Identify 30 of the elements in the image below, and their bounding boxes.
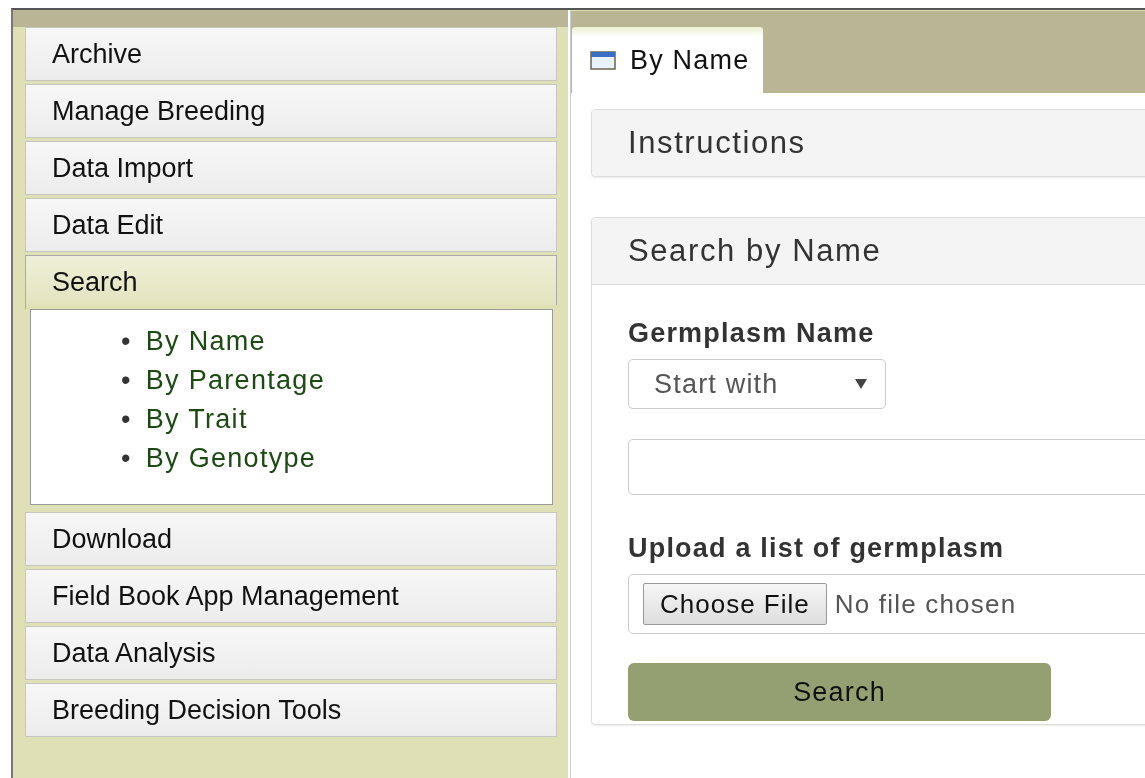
bullet: • [121,403,132,436]
menu-link[interactable]: By Genotype [145,439,317,478]
menu-link[interactable]: By Trait [145,400,248,439]
accordion-header[interactable]: Archive [25,27,557,81]
panel-title[interactable]: Instructions [592,110,1145,176]
accordion-header[interactable]: Data Analysis [25,626,557,680]
tab[interactable]: By Name [572,27,764,93]
accordion-header[interactable]: Data Import [25,141,557,195]
file-status-text: No file chosen [834,588,1017,620]
field-label: Upload a list of germplasm [628,533,1006,564]
name-input-field[interactable] [628,439,1145,495]
choose-file-button[interactable]: Choose File [643,583,827,625]
accordion-header[interactable]: Download [25,512,557,566]
panel-title: Search by Name [592,218,1145,284]
bullet: • [121,325,132,358]
accordion-header[interactable]: Field Book App Management [25,569,557,623]
accordion-header[interactable]: Data Edit [25,198,557,252]
search-button[interactable]: Search [628,663,1051,721]
window-icon [590,50,616,70]
dropdown-arrow-icon [855,379,867,389]
accordion-header[interactable]: Breeding Decision Tools [25,683,557,737]
accordion-header[interactable]: Search [25,255,557,309]
field-label: Germplasm Name [628,318,876,349]
bullet: • [121,442,132,475]
menu-link[interactable]: By Parentage [145,361,325,400]
bullet: • [121,364,132,397]
menu-link[interactable]: By Name [145,322,266,361]
match-dropdown[interactable]: Start with [628,359,886,409]
accordion-header[interactable]: Manage Breeding [25,84,557,138]
file-input-field[interactable]: Choose File No file chosen [628,574,1145,634]
